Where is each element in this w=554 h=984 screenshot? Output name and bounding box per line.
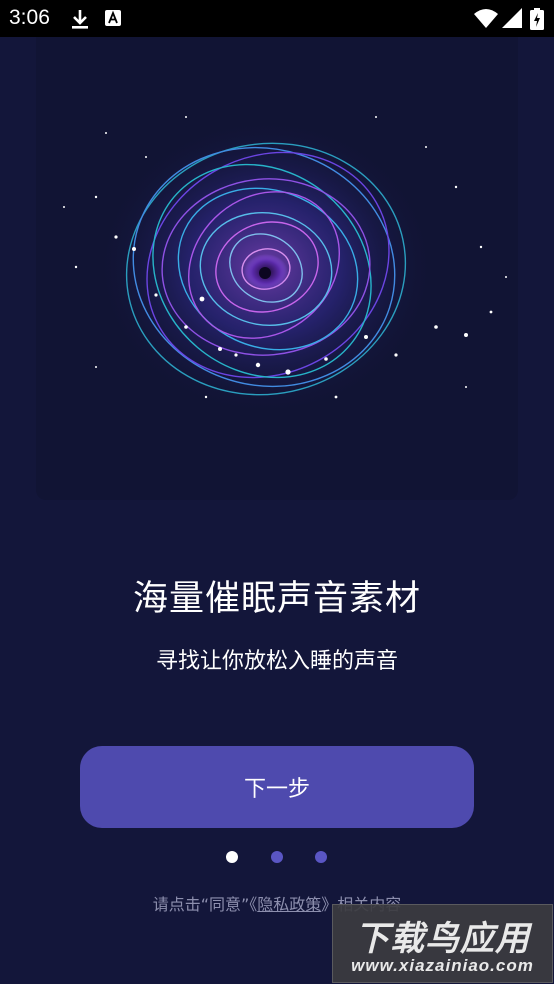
page-dot[interactable]	[315, 851, 327, 863]
wifi-icon	[474, 9, 498, 28]
page-dot[interactable]	[271, 851, 283, 863]
galaxy-illustration	[63, 116, 507, 417]
page-indicator	[0, 851, 554, 865]
signal-icon	[502, 8, 522, 28]
privacy-policy-link[interactable]: 隐私政策	[257, 895, 321, 914]
watermark: 下载鸟应用 www.xiazainiao.com	[332, 904, 553, 983]
download-icon	[72, 10, 88, 29]
onboarding-title: 海量催眠声音素材	[132, 579, 421, 619]
watermark-url: www.xiazainiao.com	[351, 956, 534, 975]
next-step-button[interactable]: 下一步	[80, 746, 474, 828]
battery-icon	[530, 8, 544, 30]
watermark-name: 下载鸟应用	[355, 919, 530, 959]
onboarding-subtitle: 寻找让你放松入睡的声音	[155, 649, 398, 674]
status-bar: 3:06	[0, 0, 554, 37]
consent-prefix: 请点击“同意”《	[152, 895, 258, 914]
app-notification-icon	[105, 10, 121, 26]
page-dot-active[interactable]	[226, 851, 238, 863]
status-time: 3:06	[9, 6, 50, 29]
